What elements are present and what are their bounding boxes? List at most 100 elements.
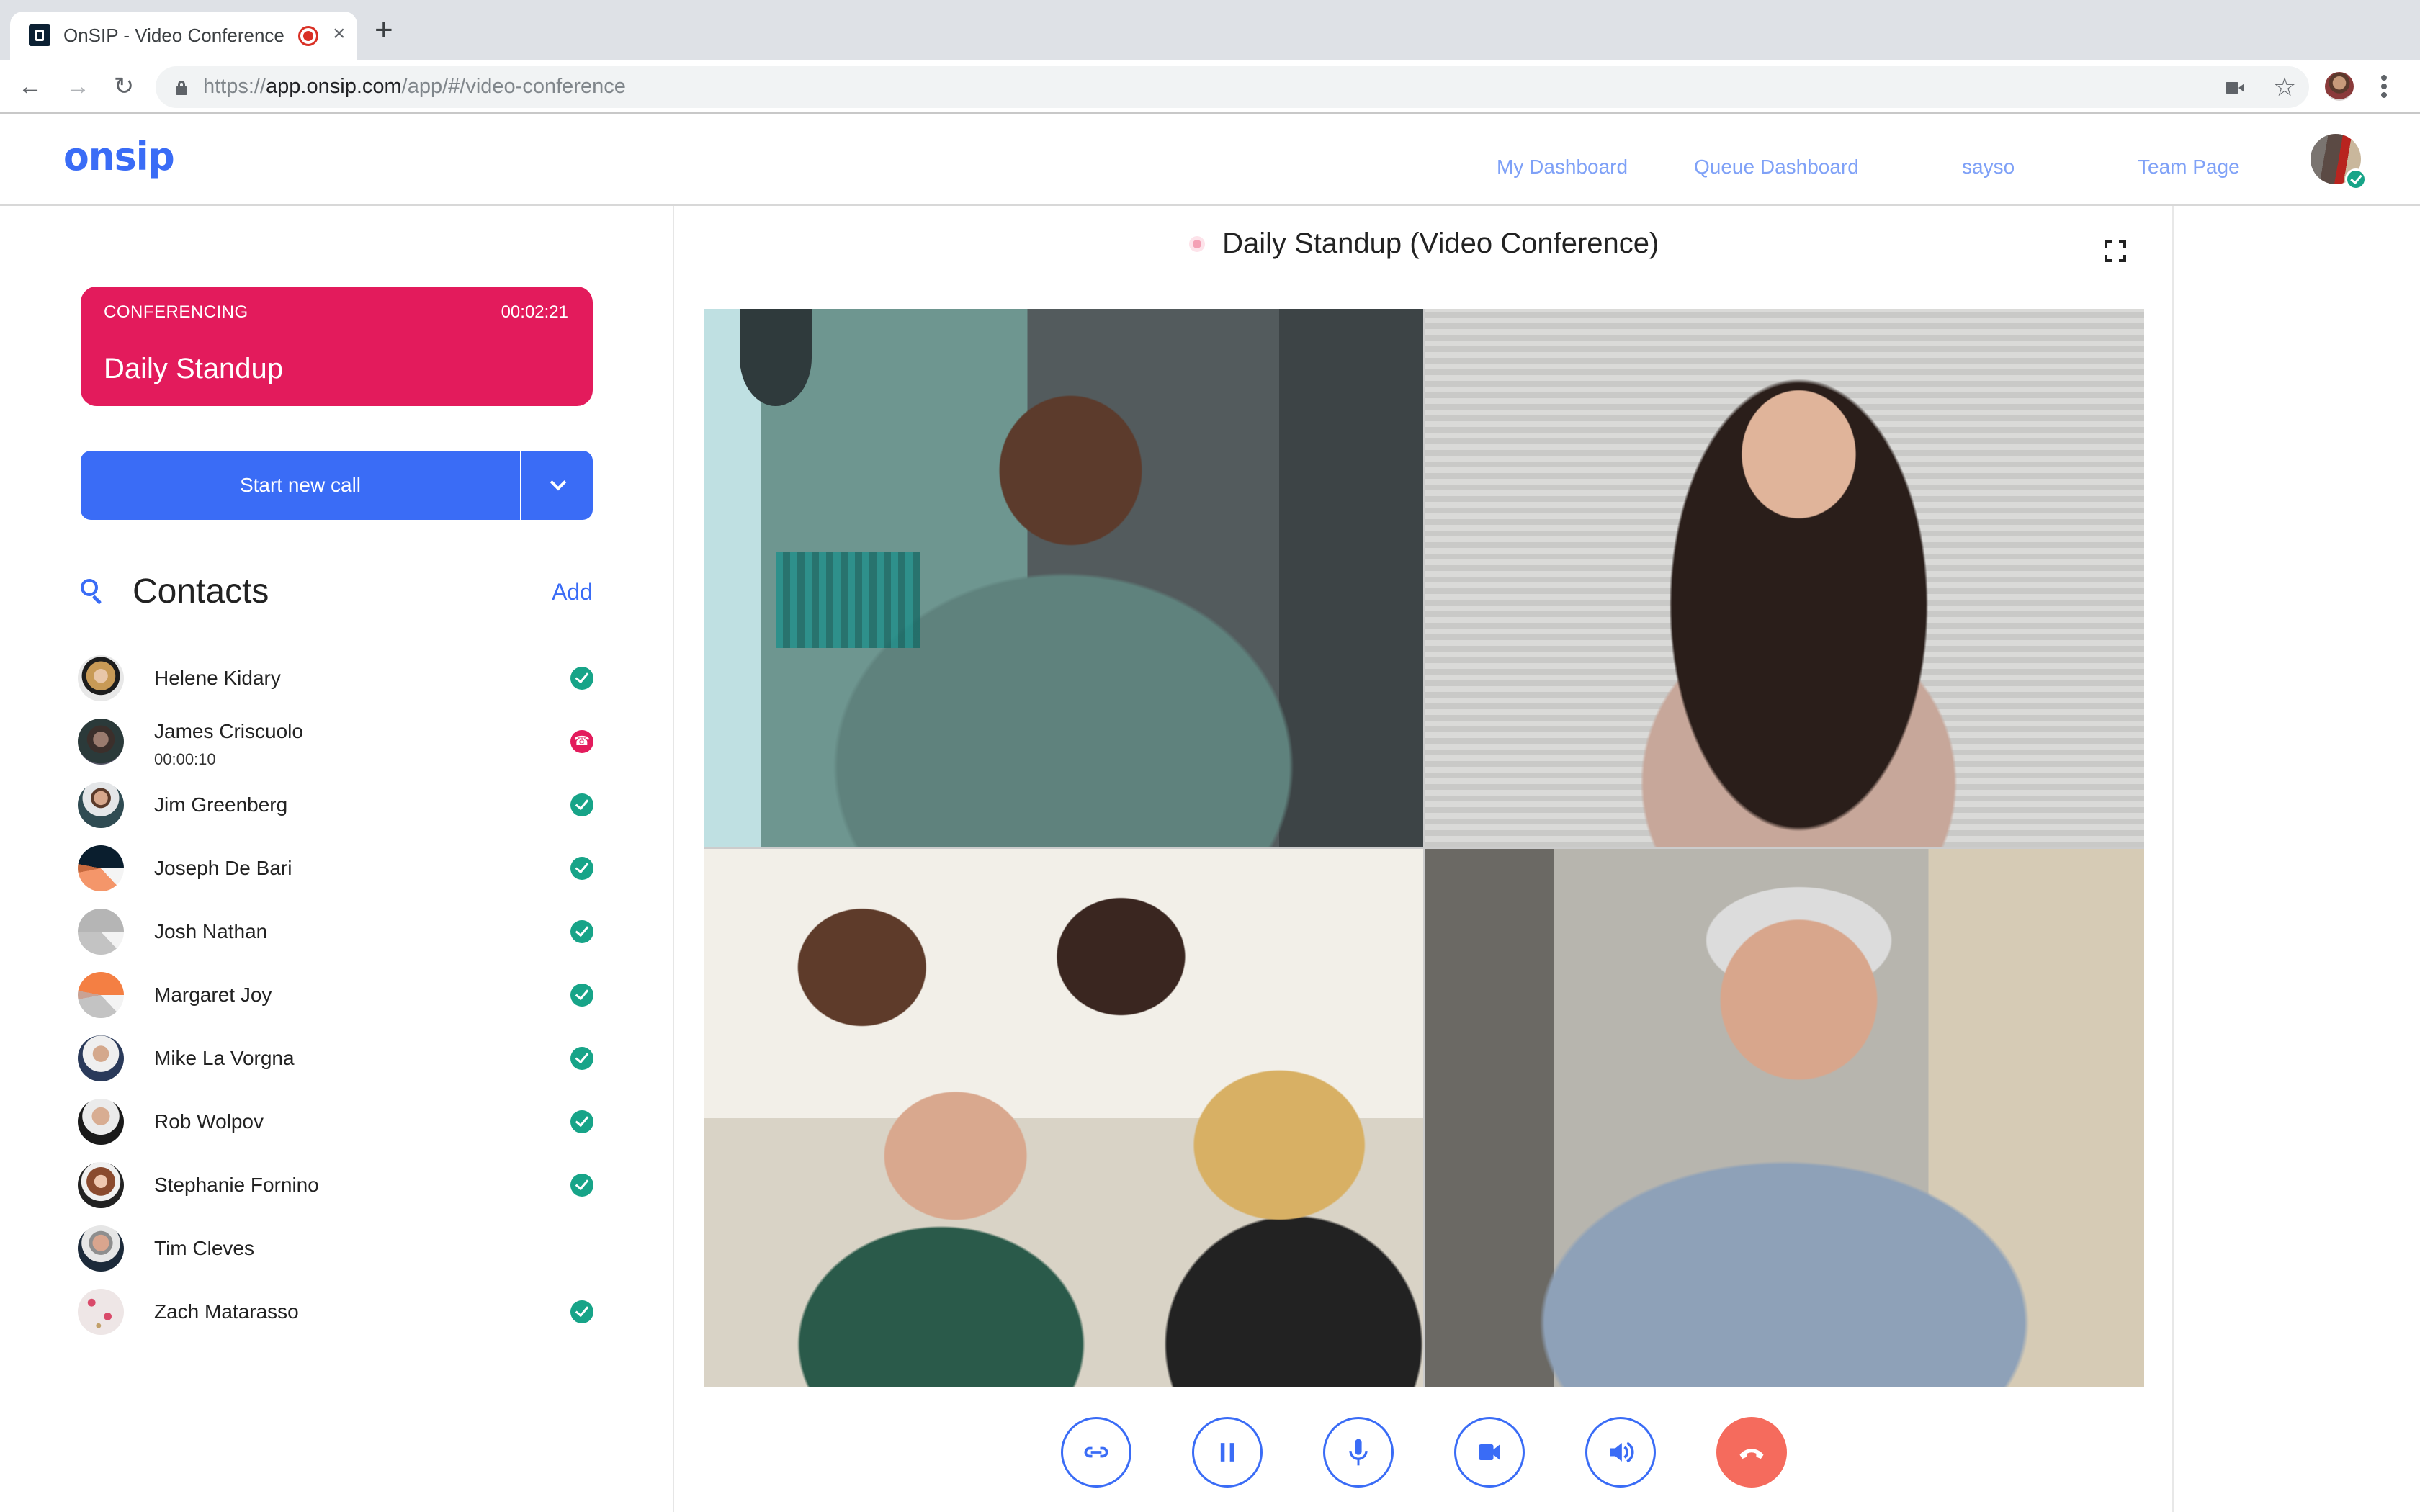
onsip-logo[interactable]: onsip — [63, 135, 175, 180]
available-status-icon — [570, 1174, 593, 1197]
contact-list: Helene Kidary James Criscuolo 00:00:10 Jim … — [78, 647, 593, 1344]
contact-row[interactable]: Tim Cleves — [78, 1217, 593, 1280]
speaker-icon — [1610, 1441, 1634, 1463]
sidebar: CONFERENCING 00:02:21 Daily Standup Star… — [0, 206, 674, 1512]
contact-name: Mike La Vorgna — [154, 1047, 295, 1069]
contacts-title: Contacts — [133, 572, 269, 611]
pause-icon — [1220, 1443, 1234, 1462]
live-indicator-icon — [1188, 235, 1205, 252]
contact-call-duration: 00:00:10 — [154, 750, 216, 768]
video-button[interactable] — [1454, 1417, 1525, 1488]
speaker-button[interactable] — [1585, 1417, 1656, 1488]
contact-row[interactable]: Jim Greenberg — [78, 773, 593, 837]
contact-avatar — [78, 1035, 124, 1081]
onsip-favicon-icon — [29, 24, 50, 46]
new-tab-button[interactable]: + — [375, 14, 393, 46]
contact-avatar — [78, 1289, 124, 1335]
address-bar[interactable]: https://app.onsip.com/app/#/video-confer… — [156, 66, 2309, 108]
contact-name: Margaret Joy — [154, 984, 272, 1006]
chevron-down-icon[interactable] — [523, 451, 593, 520]
fullscreen-icon[interactable] — [2105, 240, 2126, 262]
link-icon — [1084, 1446, 1108, 1458]
contact-row[interactable]: Zach Matarasso — [78, 1280, 593, 1344]
available-status-icon — [570, 857, 593, 880]
contact-avatar — [78, 845, 124, 891]
available-status-icon — [570, 920, 593, 943]
nav-team-page[interactable]: Team Page — [2138, 156, 2240, 179]
copy-link-button[interactable] — [1061, 1417, 1131, 1488]
contact-row[interactable]: Josh Nathan — [78, 900, 593, 963]
nav-queue-dashboard[interactable]: Queue Dashboard — [1694, 156, 1859, 179]
call-status-label: CONFERENCING — [104, 302, 248, 322]
start-call-split-button: Start new call — [81, 451, 593, 520]
right-panel — [2176, 206, 2420, 1512]
browser-menu-icon[interactable] — [2381, 75, 2388, 101]
available-status-icon — [570, 667, 593, 690]
microphone-icon — [1349, 1439, 1368, 1466]
recording-icon — [298, 26, 318, 46]
conference-panel: Daily Standup (Video Conference) — [674, 206, 2174, 1512]
participant-video-2[interactable] — [1425, 309, 2144, 847]
nav-my-dashboard[interactable]: My Dashboard — [1497, 156, 1628, 179]
browser-toolbar: ← → ↻ https://app.onsip.com/app/#/video-… — [0, 60, 2420, 114]
contact-avatar — [78, 909, 124, 955]
reload-button[interactable]: ↻ — [109, 72, 138, 101]
contact-row[interactable]: Joseph De Bari — [78, 837, 593, 900]
call-duration: 00:02:21 — [501, 302, 568, 322]
forward-button[interactable]: → — [63, 72, 92, 101]
tab-close-icon[interactable]: × — [333, 22, 346, 46]
contact-avatar — [78, 655, 124, 701]
contact-row[interactable]: Mike La Vorgna — [78, 1027, 593, 1090]
hang-up-button[interactable] — [1716, 1417, 1787, 1488]
conference-title: Daily Standup (Video Conference) — [1222, 228, 1659, 259]
contacts-header: Contacts Add — [81, 566, 593, 616]
available-status-icon — [570, 1300, 593, 1323]
participant-video-1[interactable] — [704, 309, 1423, 847]
contact-avatar — [78, 782, 124, 828]
hold-button[interactable] — [1192, 1417, 1263, 1488]
contact-name: Zach Matarasso — [154, 1300, 299, 1323]
contact-name: Jim Greenberg — [154, 793, 288, 816]
camera-in-use-icon[interactable] — [2226, 82, 2244, 94]
conference-header: Daily Standup (Video Conference) — [674, 228, 2174, 271]
contact-name: Tim Cleves — [154, 1237, 254, 1259]
url-path: /app/#/video-conference — [401, 75, 626, 98]
lock-icon[interactable] — [176, 81, 187, 95]
video-grid — [704, 309, 2144, 1387]
contact-avatar — [78, 972, 124, 1018]
contact-row[interactable]: Helene Kidary — [78, 647, 593, 710]
contact-row[interactable]: Rob Wolpov — [78, 1090, 593, 1153]
contact-avatar — [78, 719, 124, 765]
search-icon[interactable] — [81, 579, 105, 605]
contact-name: Helene Kidary — [154, 667, 281, 689]
mute-button[interactable] — [1323, 1417, 1394, 1488]
available-status-icon — [570, 984, 593, 1007]
add-contact-button[interactable]: Add — [552, 579, 593, 606]
active-call-card[interactable]: CONFERENCING 00:02:21 Daily Standup — [81, 287, 593, 406]
participant-video-3[interactable] — [704, 849, 1423, 1387]
browser-tab-bar: OnSIP - Video Conference × + — [0, 0, 2420, 60]
bookmark-star-icon[interactable]: ☆ — [2273, 72, 2296, 102]
nav-sayso[interactable]: sayso — [1962, 156, 2015, 179]
start-new-call-button[interactable]: Start new call — [81, 451, 521, 520]
available-status-icon — [570, 1110, 593, 1133]
contact-avatar — [78, 1099, 124, 1145]
available-status-icon — [570, 793, 593, 816]
back-button[interactable]: ← — [16, 72, 45, 101]
url-scheme: https:// — [203, 75, 266, 98]
contact-name: Stephanie Fornino — [154, 1174, 319, 1196]
contact-row[interactable]: James Criscuolo 00:00:10 — [78, 710, 593, 773]
call-name: Daily Standup — [104, 353, 284, 384]
participant-video-4[interactable] — [1425, 849, 2144, 1387]
contact-name: Joseph De Bari — [154, 857, 292, 879]
video-camera-icon — [1479, 1444, 1500, 1460]
contact-avatar — [78, 1225, 124, 1272]
url-text[interactable]: https://app.onsip.com/app/#/video-confer… — [203, 75, 626, 99]
contact-row[interactable]: Margaret Joy — [78, 963, 593, 1027]
contact-row[interactable]: Stephanie Fornino — [78, 1153, 593, 1217]
hang-up-icon — [1739, 1449, 1764, 1459]
contact-avatar — [78, 1162, 124, 1208]
browser-profile-avatar[interactable] — [2325, 72, 2354, 101]
contact-name: James Criscuolo — [154, 720, 303, 742]
browser-tab[interactable]: OnSIP - Video Conference × — [10, 12, 357, 60]
